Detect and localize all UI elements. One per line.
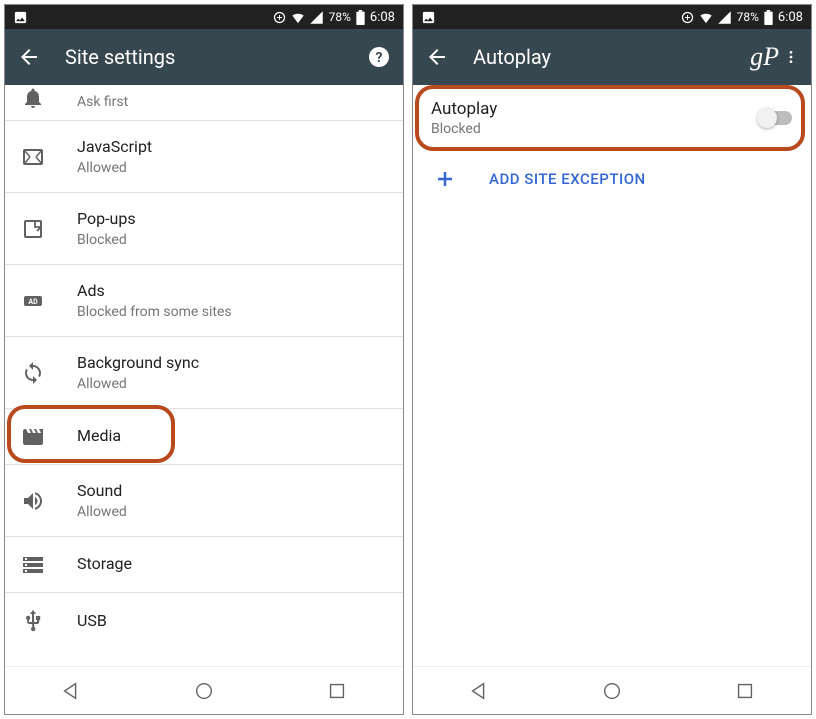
sound-icon (21, 489, 45, 513)
watermark: gP (750, 42, 779, 72)
settings-list: Ask first JavaScript Allowed Pop-ups Blo… (5, 85, 403, 666)
app-bar: Site settings ? (5, 29, 403, 85)
list-item-storage[interactable]: Storage (5, 537, 403, 593)
nav-recent-icon[interactable] (326, 680, 348, 702)
android-nav-bar (413, 666, 811, 714)
list-item-popups[interactable]: Pop-ups Blocked (5, 193, 403, 265)
item-title: Media (77, 426, 387, 447)
image-icon (421, 10, 436, 25)
autoplay-title: Autoplay (431, 99, 757, 119)
clock: 6:08 (778, 10, 803, 25)
item-sub: Allowed (77, 160, 387, 176)
nav-back-icon[interactable] (60, 680, 82, 702)
item-sub: Allowed (77, 504, 387, 520)
svg-text:?: ? (376, 50, 383, 66)
add-site-exception-label: ADD SITE EXCEPTION (489, 170, 646, 188)
autoplay-sub: Blocked (431, 121, 757, 137)
list-item-background-sync[interactable]: Background sync Allowed (5, 337, 403, 409)
ads-icon: AD (21, 289, 45, 313)
nav-back-icon[interactable] (468, 680, 490, 702)
item-title: Storage (77, 554, 387, 575)
data-saver-icon (272, 10, 287, 25)
plus-icon (433, 167, 457, 191)
media-icon (21, 425, 45, 449)
page-title: Autoplay (473, 45, 750, 69)
autoplay-toggle-row[interactable]: Autoplay Blocked (413, 85, 811, 151)
item-sub: Blocked from some sites (77, 304, 387, 320)
nav-recent-icon[interactable] (734, 680, 756, 702)
item-title: Ads (77, 281, 387, 302)
back-arrow-icon[interactable] (17, 45, 41, 69)
signal-icon (309, 10, 324, 25)
status-bar: 78% 6:08 (5, 5, 403, 29)
wifi-icon (290, 10, 306, 25)
item-title: JavaScript (77, 137, 387, 158)
phone-site-settings: 78% 6:08 Site settings ? Ask first JavaS… (4, 4, 404, 715)
item-title: USB (77, 611, 387, 632)
autoplay-content: Autoplay Blocked ADD SITE EXCEPTION (413, 85, 811, 666)
list-item-media[interactable]: Media (5, 409, 403, 465)
clock: 6:08 (370, 10, 395, 25)
nav-home-icon[interactable] (601, 680, 623, 702)
storage-icon (21, 553, 45, 577)
list-item-sound[interactable]: Sound Allowed (5, 465, 403, 537)
data-saver-icon (680, 10, 695, 25)
android-nav-bar (5, 666, 403, 714)
list-item-javascript[interactable]: JavaScript Allowed (5, 121, 403, 193)
nav-home-icon[interactable] (193, 680, 215, 702)
item-title: Pop-ups (77, 209, 387, 230)
app-bar: Autoplay gP (413, 29, 811, 85)
list-item-notifications[interactable]: Ask first (5, 85, 403, 121)
item-title: Background sync (77, 353, 387, 374)
autoplay-toggle[interactable] (757, 108, 793, 128)
battery-icon (356, 10, 365, 25)
battery-percent: 78% (329, 10, 351, 24)
item-sub: Ask first (77, 94, 387, 110)
page-title: Site settings (65, 45, 367, 69)
help-icon[interactable]: ? (367, 45, 391, 69)
wifi-icon (698, 10, 714, 25)
status-bar: 78% 6:08 (413, 5, 811, 29)
battery-icon (764, 10, 773, 25)
popup-icon (21, 217, 45, 241)
item-sub: Blocked (77, 232, 387, 248)
notifications-icon (21, 86, 45, 110)
image-icon (13, 10, 28, 25)
sync-icon (21, 361, 45, 385)
phone-autoplay: 78% 6:08 Autoplay gP Autoplay Blocked AD… (412, 4, 812, 715)
usb-icon (21, 609, 45, 633)
item-title: Sound (77, 481, 387, 502)
battery-percent: 78% (737, 10, 759, 24)
signal-icon (717, 10, 732, 25)
list-item-ads[interactable]: AD Ads Blocked from some sites (5, 265, 403, 337)
list-item-usb[interactable]: USB (5, 593, 403, 649)
overflow-menu-icon[interactable] (783, 45, 799, 69)
back-arrow-icon[interactable] (425, 45, 449, 69)
javascript-icon (21, 145, 45, 169)
add-site-exception[interactable]: ADD SITE EXCEPTION (413, 151, 811, 207)
svg-text:AD: AD (28, 298, 38, 306)
item-sub: Allowed (77, 376, 387, 392)
